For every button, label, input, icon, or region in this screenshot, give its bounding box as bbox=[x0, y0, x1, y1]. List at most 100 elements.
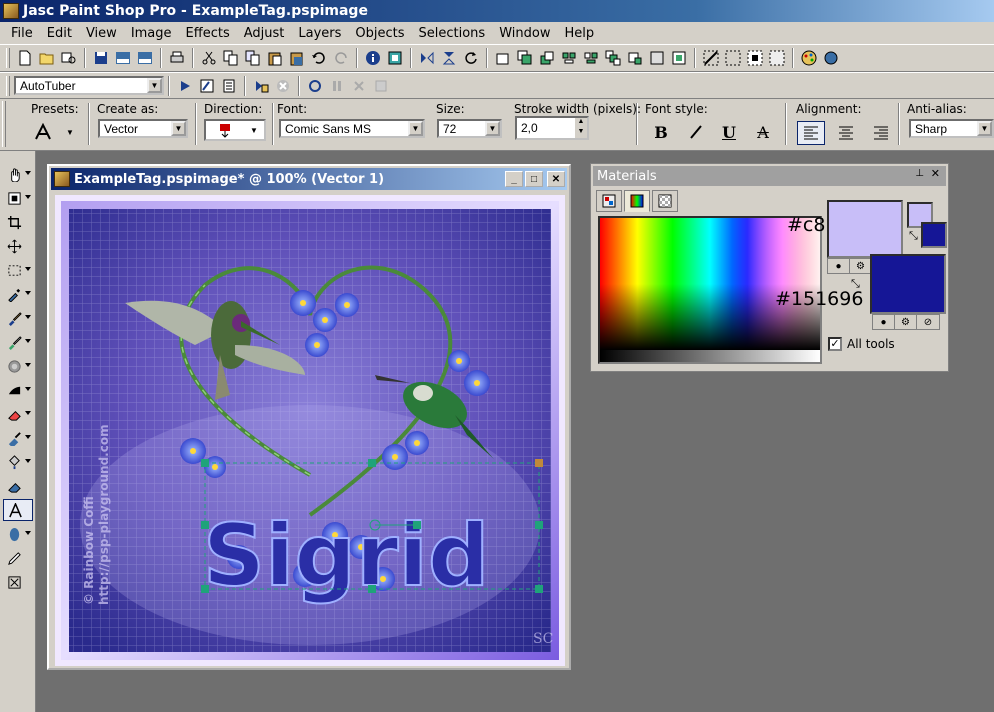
minimize-button[interactable]: _ bbox=[505, 171, 523, 187]
pin-icon[interactable]: ⊥ bbox=[915, 168, 924, 179]
menu-adjust[interactable]: Adjust bbox=[237, 26, 292, 41]
tag-text[interactable]: Sigrid bbox=[202, 505, 490, 607]
antialias-select[interactable]: Sharp ▼ bbox=[909, 119, 994, 138]
layer-promote-icon[interactable] bbox=[537, 48, 557, 68]
clone-brush-tool[interactable] bbox=[3, 331, 33, 353]
close-button[interactable]: ✕ bbox=[547, 171, 565, 187]
font-select[interactable]: Comic Sans MS ▼ bbox=[279, 119, 425, 138]
undo-icon[interactable] bbox=[309, 48, 329, 68]
edit-script-icon[interactable] bbox=[197, 76, 217, 96]
flood-fill-tool[interactable] bbox=[3, 451, 33, 473]
chevron-down-icon[interactable] bbox=[25, 435, 31, 439]
layer-delete-icon[interactable] bbox=[625, 48, 645, 68]
chevron-down-icon[interactable] bbox=[25, 411, 31, 415]
script-interactive-icon[interactable] bbox=[219, 76, 239, 96]
spin-up-icon[interactable]: ▲ bbox=[575, 118, 587, 128]
close-icon[interactable]: ✕ bbox=[931, 167, 940, 180]
tab-frame[interactable] bbox=[652, 190, 678, 212]
paint-brush-tool[interactable] bbox=[3, 307, 33, 329]
eraser-tool[interactable] bbox=[3, 403, 33, 425]
script-select[interactable]: AutoTuber ▼ bbox=[14, 76, 164, 95]
menu-selections[interactable]: Selections bbox=[412, 26, 493, 41]
palette-icon[interactable] bbox=[799, 48, 819, 68]
chevron-down-icon[interactable] bbox=[25, 315, 31, 319]
record-script-icon[interactable] bbox=[251, 76, 271, 96]
menu-objects[interactable]: Objects bbox=[348, 26, 411, 41]
small-background-swatch[interactable] bbox=[921, 222, 947, 248]
chevron-down-icon[interactable] bbox=[25, 267, 31, 271]
chevron-down-icon[interactable] bbox=[25, 387, 31, 391]
paste-icon[interactable] bbox=[265, 48, 285, 68]
copy-icon[interactable] bbox=[221, 48, 241, 68]
chevron-down-icon[interactable]: ▼ bbox=[977, 121, 992, 136]
object-selector-tool[interactable] bbox=[3, 571, 33, 593]
transparent-icon[interactable]: ⊘ bbox=[917, 315, 939, 329]
create-as-select[interactable]: Vector ▼ bbox=[98, 119, 188, 138]
color-style-icon[interactable]: ● bbox=[828, 259, 850, 273]
canvas-size-icon[interactable] bbox=[385, 48, 405, 68]
copy-merged-icon[interactable] bbox=[243, 48, 263, 68]
mirror-icon[interactable] bbox=[417, 48, 437, 68]
browse-icon[interactable] bbox=[59, 48, 79, 68]
menu-help[interactable]: Help bbox=[557, 26, 601, 41]
chevron-down-icon[interactable]: ▼ bbox=[66, 128, 74, 137]
layer-duplicate-icon[interactable] bbox=[515, 48, 535, 68]
flip-icon[interactable] bbox=[439, 48, 459, 68]
save-jpeg-icon[interactable] bbox=[113, 48, 133, 68]
redo-icon[interactable] bbox=[331, 48, 351, 68]
layer-merge-icon[interactable] bbox=[581, 48, 601, 68]
selection-float-icon[interactable] bbox=[767, 48, 787, 68]
chevron-down-icon[interactable]: ▼ bbox=[171, 121, 186, 136]
select-all-icon[interactable] bbox=[701, 48, 721, 68]
image-canvas[interactable]: Sigrid © Rainbow Coffi http://psp-playgr… bbox=[55, 195, 565, 666]
save-png-icon[interactable] bbox=[135, 48, 155, 68]
record-circle-icon[interactable] bbox=[305, 76, 325, 96]
save-icon[interactable] bbox=[91, 48, 111, 68]
swap-colors-icon[interactable]: ⤡ bbox=[851, 278, 860, 291]
move-tool[interactable] bbox=[3, 235, 33, 257]
picture-tube-tool[interactable] bbox=[3, 427, 33, 449]
chevron-down-icon[interactable] bbox=[25, 195, 31, 199]
chevron-down-icon[interactable] bbox=[25, 291, 31, 295]
chevron-down-icon[interactable]: ▼ bbox=[485, 121, 500, 136]
texture-icon[interactable]: ⚙ bbox=[850, 259, 872, 273]
menu-view[interactable]: View bbox=[79, 26, 124, 41]
chevron-down-icon[interactable] bbox=[25, 363, 31, 367]
underline-button[interactable]: U bbox=[717, 121, 741, 143]
paste-as-layer-icon[interactable] bbox=[287, 48, 307, 68]
new-file-icon[interactable] bbox=[15, 48, 35, 68]
size-select[interactable]: 72 ▼ bbox=[437, 119, 502, 138]
stroke-width-input[interactable]: 2,0 ▲ ▼ bbox=[515, 116, 589, 140]
bold-button[interactable]: B bbox=[649, 121, 673, 143]
print-icon[interactable] bbox=[167, 48, 187, 68]
all-tools-checkbox[interactable]: ✓ bbox=[828, 337, 842, 351]
select-none-icon[interactable] bbox=[723, 48, 743, 68]
invert-selection-icon[interactable] bbox=[745, 48, 765, 68]
preset-shape-tool[interactable] bbox=[3, 523, 33, 545]
background-eraser-tool[interactable] bbox=[3, 475, 33, 497]
strikethrough-button[interactable]: A bbox=[751, 121, 775, 143]
deform-tool[interactable] bbox=[3, 187, 33, 209]
chevron-down-icon[interactable]: ▼ bbox=[408, 121, 423, 136]
foreground-swatch[interactable] bbox=[827, 200, 903, 258]
chevron-down-icon[interactable] bbox=[25, 459, 31, 463]
selection-tool[interactable] bbox=[3, 259, 33, 281]
presets-button[interactable]: ▼ bbox=[34, 121, 78, 143]
menu-file[interactable]: File bbox=[4, 26, 40, 41]
menu-image[interactable]: Image bbox=[124, 26, 179, 41]
color-style-icon[interactable]: ● bbox=[873, 315, 895, 329]
crop-tool[interactable] bbox=[3, 211, 33, 233]
image-info-icon[interactable] bbox=[363, 48, 383, 68]
align-left-button[interactable] bbox=[797, 121, 825, 145]
chevron-down-icon[interactable] bbox=[25, 531, 31, 535]
align-center-button[interactable] bbox=[832, 121, 860, 145]
pan-tool[interactable] bbox=[3, 163, 33, 185]
layer-visibility-icon[interactable] bbox=[669, 48, 689, 68]
maximize-button[interactable]: □ bbox=[525, 171, 543, 187]
spin-down-icon[interactable]: ▼ bbox=[575, 128, 587, 138]
layer-properties-icon[interactable] bbox=[647, 48, 667, 68]
cut-icon[interactable] bbox=[199, 48, 219, 68]
direction-select[interactable]: ▼ bbox=[204, 119, 266, 141]
run-script-icon[interactable] bbox=[175, 76, 195, 96]
chevron-down-icon[interactable] bbox=[25, 339, 31, 343]
